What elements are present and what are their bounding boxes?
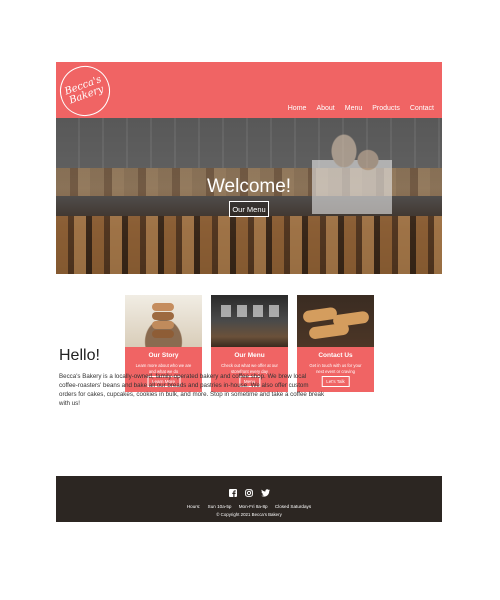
hero-banner: Welcome! Our Menu [56,118,442,274]
instagram-icon[interactable] [245,488,254,497]
main-nav: Home About Menu Products Contact [288,105,434,112]
our-menu-button[interactable]: Our Menu [229,201,269,217]
site-header: Becca's Bakery Home About Menu Products … [56,62,442,124]
hours-saturday: Closed Saturdays [274,504,312,509]
nav-about[interactable]: About [316,105,334,112]
site-footer: Hours: Sun 10a-5p Mon-Fri 8a-8p Closed S… [56,476,442,522]
hours-label: Hours: [186,504,201,509]
hero-background-bakers [312,124,392,214]
about-section: Hello! Becca's Bakery is a locally-owned… [59,347,389,408]
copyright: © Copyright 2021 Becca's Bakery [216,512,282,517]
nav-products[interactable]: Products [372,105,400,112]
twitter-icon[interactable] [260,488,270,497]
page: Becca's Bakery Home About Menu Products … [56,62,442,522]
macaron-image [125,295,202,347]
hero-background-pastries [56,216,442,274]
bread-image [297,295,374,347]
nav-home[interactable]: Home [288,105,307,112]
about-paragraph: Becca's Bakery is a locally-owned, famil… [59,373,325,407]
hero-title: Welcome! [206,176,292,197]
opening-hours: Hours: Sun 10a-5p Mon-Fri 8a-8p Closed S… [56,504,442,509]
hours-weekdays: Mon-Fri 8a-8p [238,504,268,509]
storefront-image [211,295,288,347]
social-links [56,488,442,497]
hours-sunday: Sun 10a-5p [207,504,232,509]
nav-menu[interactable]: Menu [345,105,363,112]
bakery-logo[interactable]: Becca's Bakery [56,62,118,124]
hello-heading: Hello! [59,347,100,364]
facebook-icon[interactable] [229,488,238,497]
nav-contact[interactable]: Contact [410,105,434,112]
